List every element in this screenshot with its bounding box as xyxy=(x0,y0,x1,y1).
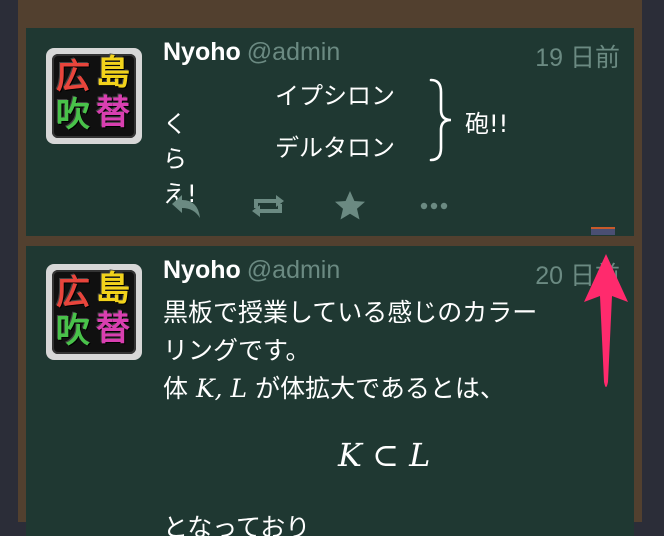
content-line-3: 体 K, L が体拡大であるとは、 xyxy=(163,370,618,408)
content-line-3-post: が体拡大であるとは、 xyxy=(255,374,505,403)
ellipsis-icon xyxy=(420,202,448,210)
content-line-1: 黒板で授業している感じのカラー xyxy=(163,298,538,327)
content-partial-line: となっており xyxy=(163,513,311,536)
content-line-2: リングです。 xyxy=(163,336,311,365)
display-name[interactable]: Nyoho @admin xyxy=(163,256,340,285)
display-name-text: Nyoho xyxy=(163,38,241,66)
reply-icon xyxy=(172,195,200,218)
status-content: 黒板で授業している感じのカラー リングです。 体 K, L が体拡大であるとは、 xyxy=(163,294,618,408)
status-time[interactable]: 19 日前 xyxy=(535,38,620,74)
avatar[interactable]: 広 島 吹 替 xyxy=(46,264,142,360)
avatar-char-4: 替 xyxy=(96,309,130,349)
boost-icon xyxy=(252,195,284,217)
drag-handle[interactable] xyxy=(591,227,615,235)
status-card-1[interactable]: 広 島 吹 替 Nyoho @admin 19 日前 くらえ! イプシロン デルタ… xyxy=(26,28,634,236)
avatar-char-1: 広 xyxy=(56,273,90,313)
avatar-char-2: 島 xyxy=(96,269,130,309)
favourite-button[interactable] xyxy=(330,186,374,226)
content-line-1: イプシロン xyxy=(275,82,395,110)
annotation-arrow xyxy=(584,254,628,387)
account-handle: @admin xyxy=(246,38,341,66)
content-line-3-pre: 体 xyxy=(163,374,189,403)
curly-brace xyxy=(429,78,452,162)
avatar-image: 広 島 吹 替 xyxy=(52,54,136,138)
avatar-char-2: 島 xyxy=(96,53,130,93)
display-math: K ⊂ L xyxy=(338,436,430,474)
boost-button[interactable] xyxy=(246,186,290,226)
avatar-char-4: 替 xyxy=(96,93,130,133)
avatar-char-1: 広 xyxy=(56,57,90,97)
display-name[interactable]: Nyoho @admin xyxy=(163,38,340,67)
avatar-char-3: 吹 xyxy=(56,311,90,351)
content-line-2: デルタロン xyxy=(275,134,395,162)
display-math-text: K ⊂ L xyxy=(338,436,431,474)
avatar-image: 広 島 吹 替 xyxy=(52,270,136,354)
status-card-2[interactable]: 広 島 吹 替 Nyoho @admin 20 日前 黒板で授業している感じのカラ… xyxy=(26,246,634,536)
avatar[interactable]: 広 島 吹 替 xyxy=(46,48,142,144)
avatar-char-3: 吹 xyxy=(56,95,90,135)
inline-math: K, L xyxy=(195,374,248,403)
reply-button[interactable] xyxy=(166,186,210,226)
display-name-text: Nyoho xyxy=(163,256,241,284)
more-button[interactable] xyxy=(414,186,458,226)
account-handle: @admin xyxy=(246,256,341,284)
content-suffix: 砲!! xyxy=(465,110,509,138)
star-icon xyxy=(335,191,365,220)
